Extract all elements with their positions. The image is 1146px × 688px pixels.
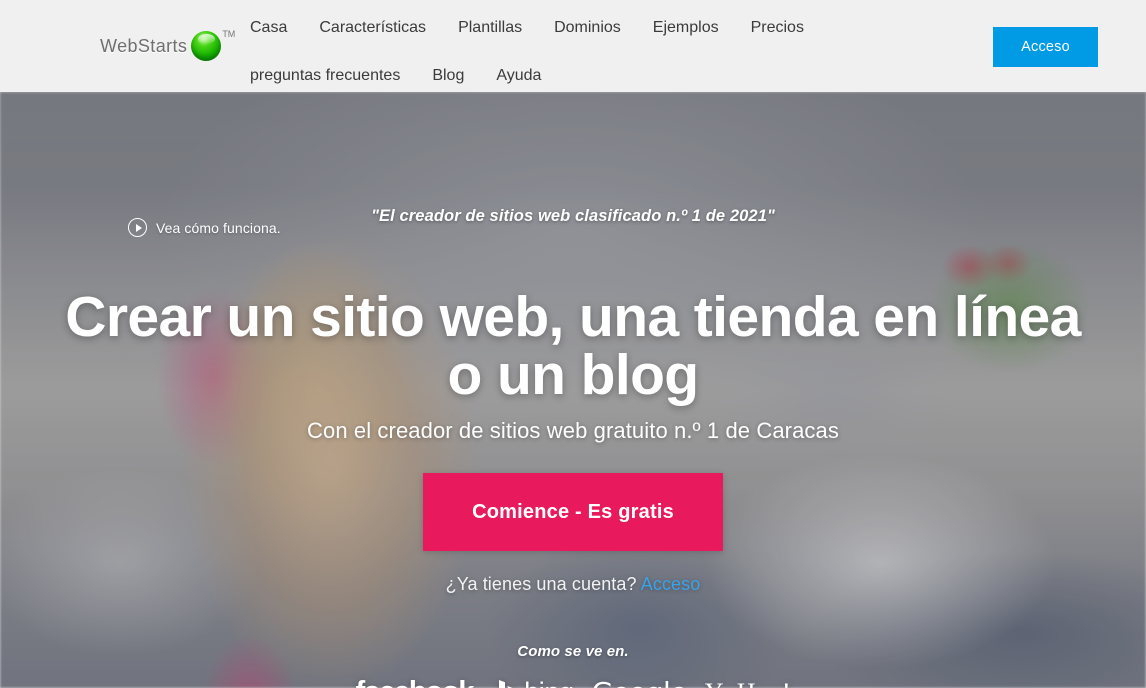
hero-content: Vea cómo funciona. "El creador de sitios… [0,92,1146,688]
existing-account-line: ¿Ya tienes una cuenta? Acceso [0,574,1146,595]
hero-section: Vea cómo funciona. "El creador de sitios… [0,92,1146,688]
login-button[interactable]: Acceso [993,27,1098,67]
nav-item-ayuda[interactable]: Ayuda [496,68,541,84]
trademark-symbol: TM [222,29,236,39]
hero-title-line-2: o un blog [447,343,699,408]
nav-item-dominios[interactable]: Dominios [554,20,621,36]
existing-account-login-link[interactable]: Acceso [641,574,701,594]
bing-logo-text: bing [524,677,574,688]
brand-orb-icon [191,31,222,61]
hero-title: Crear un sitio web, una tienda en línea … [60,288,1086,404]
nav-row-secondary: preguntas frecuentes Blog Ayuda [250,58,950,94]
nav-item-blog[interactable]: Blog [432,68,464,84]
yahoo-letter-y: Y [705,678,724,688]
brand-name: WebStarts [100,35,188,56]
site-header: WebStarts TM Casa Características Planti… [0,0,1146,92]
primary-navigation: Casa Características Plantillas Dominios… [250,10,950,94]
yahoo-letters-oo: OO [755,685,782,688]
nav-item-caracteristicas[interactable]: Características [319,20,426,36]
google-logo: Google [592,676,688,688]
nav-item-preguntas-frecuentes[interactable]: preguntas frecuentes [250,68,400,84]
press-logo-row: facebook. bing Google YAHOO! [0,676,1146,688]
bing-mark-icon [498,679,520,688]
nav-row-primary: Casa Características Plantillas Dominios… [250,10,950,46]
hero-title-line-1: Crear un sitio web, una tienda en línea [65,285,1081,349]
yahoo-letter-h: H [737,678,756,688]
yahoo-exclamation: ! [782,678,791,688]
nav-item-ejemplos[interactable]: Ejemplos [653,20,719,36]
bing-logo: bing [498,677,574,688]
nav-item-casa[interactable]: Casa [250,20,287,36]
facebook-logo: facebook. [356,676,482,688]
as-seen-in-label: Como se ve en. [517,643,629,660]
yahoo-letter-a: A [723,685,737,688]
get-started-button[interactable]: Comience - Es gratis [423,473,723,551]
brand-logo[interactable]: WebStarts TM [100,28,235,64]
nav-item-precios[interactable]: Precios [751,20,804,36]
hero-quote: "El creador de sitios web clasificado n.… [371,207,775,225]
hero-subtitle: Con el creador de sitios web gratuito n.… [307,418,839,443]
nav-item-plantillas[interactable]: Plantillas [458,20,522,36]
existing-account-prompt: ¿Ya tienes una cuenta? [445,574,637,594]
yahoo-logo: YAHOO! [705,678,791,688]
